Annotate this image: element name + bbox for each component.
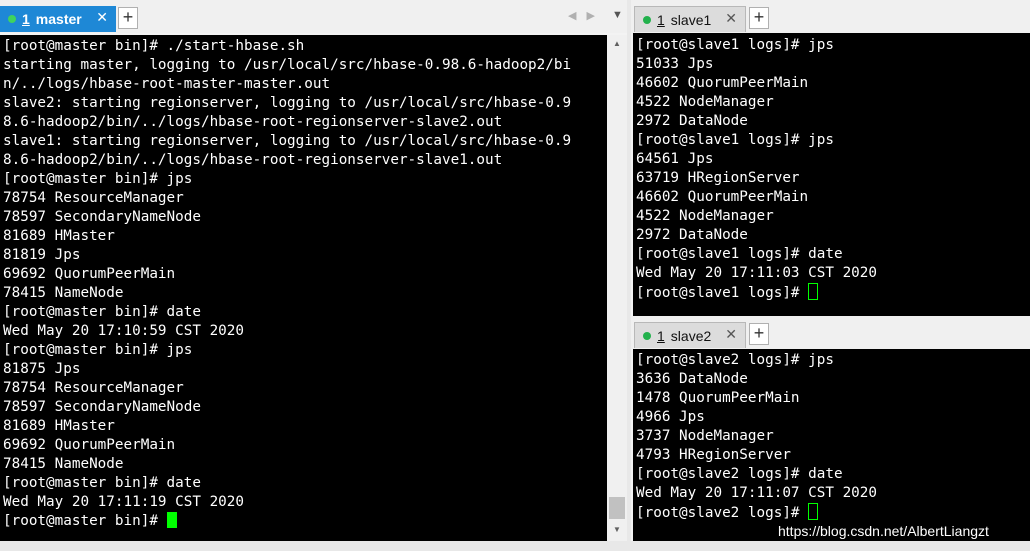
terminal-line: [root@master bin]# date (3, 304, 201, 320)
terminal-prompt: [root@master bin]# (3, 513, 167, 529)
terminal-line: [root@slave1 logs]# date (636, 246, 843, 262)
new-tab-button[interactable]: + (749, 323, 769, 345)
terminal-prompt-line: [root@slave1 logs]# (633, 283, 1030, 302)
terminal-line: Wed May 20 17:11:07 CST 2020 (636, 485, 878, 501)
terminal-line: Wed May 20 17:10:59 CST 2020 (3, 323, 245, 339)
terminal-line: 78754 ResourceManager (3, 190, 184, 206)
terminal-line: 64561 Jps (636, 151, 714, 167)
tab-scroll-arrows-icon[interactable]: ◀▶ (568, 9, 605, 22)
slave1-terminal[interactable]: [root@slave1 logs]# jps 51033 Jps 46602 Qu… (633, 33, 1030, 316)
master-scrollbar[interactable]: ▲ ▼ (607, 35, 627, 541)
terminal-line: 63719 HRegionServer (636, 170, 800, 186)
terminal-line: 69692 QuorumPeerMain (3, 437, 176, 453)
terminal-line: 8.6-hadoop2/bin/../logs/hbase-root-regio… (3, 114, 503, 130)
close-icon[interactable]: ✕ (725, 326, 737, 343)
terminal-line: 4966 Jps (636, 409, 705, 425)
terminal-line: 81689 HMaster (3, 228, 115, 244)
terminal-line: n/../logs/hbase-root-master-master.out (3, 76, 331, 92)
tab-label: master (35, 11, 82, 27)
terminal-line: [root@master bin]# jps (3, 342, 193, 358)
terminal-line: 4793 HRegionServer (636, 447, 791, 463)
terminal-line: Wed May 20 17:11:03 CST 2020 (636, 265, 878, 281)
terminal-line: 81875 Jps (3, 361, 81, 377)
terminal-line: Wed May 20 17:11:19 CST 2020 (3, 494, 245, 510)
terminal-prompt: [root@slave1 logs]# (636, 285, 809, 301)
close-icon[interactable]: ✕ (96, 9, 108, 26)
scroll-up-icon[interactable]: ▲ (607, 39, 627, 48)
terminal-prompt-line: [root@slave2 logs]# (633, 503, 1030, 522)
terminal-line: [root@slave1 logs]# jps (636, 37, 834, 53)
terminal-line: 46602 QuorumPeerMain (636, 75, 809, 91)
terminal-line: 81819 Jps (3, 247, 81, 263)
watermark: https://blog.csdn.net/AlbertLiangzt (778, 523, 989, 539)
slave2-terminal[interactable]: [root@slave2 logs]# jps 3636 DataNode 1478… (633, 349, 1030, 541)
terminal-line: [root@master bin]# ./start-hbase.sh (3, 38, 305, 54)
tab-list-dropdown-icon[interactable]: ▼ (612, 9, 623, 21)
terminal-line: [root@master bin]# jps (3, 171, 193, 187)
terminal-line: 78597 SecondaryNameNode (3, 399, 201, 415)
terminal-line: 2972 DataNode (636, 113, 748, 129)
new-tab-button[interactable]: + (118, 7, 138, 29)
terminal-prompt: [root@slave2 logs]# (636, 505, 809, 521)
terminal-line: slave1: starting regionserver, logging t… (3, 133, 572, 149)
terminal-line: [root@slave1 logs]# jps (636, 132, 834, 148)
terminal-line: 3737 NodeManager (636, 428, 774, 444)
slave2-pane: 1 slave2 ✕ + [root@slave2 logs]# jps 3636… (631, 316, 1030, 541)
terminal-line: 69692 QuorumPeerMain (3, 266, 176, 282)
terminal-line: slave2: starting regionserver, logging t… (3, 95, 572, 111)
terminal-line: 46602 QuorumPeerMain (636, 189, 809, 205)
terminal-cursor (808, 503, 819, 520)
terminal-line: 81689 HMaster (3, 418, 115, 434)
tab-number: 1 (657, 327, 665, 344)
terminal-line: starting master, logging to /usr/local/s… (3, 57, 572, 73)
terminal-line: 1478 QuorumPeerMain (636, 390, 800, 406)
terminal-line: 4522 NodeManager (636, 94, 774, 110)
scrollbar-thumb[interactable] (609, 497, 625, 519)
master-terminal[interactable]: [root@master bin]# ./start-hbase.sh start… (0, 35, 607, 541)
status-bar (0, 541, 1030, 551)
master-tab-bar: 1 master ✕ + ◀▶ ▼ (0, 0, 627, 33)
terminal-line: 78597 SecondaryNameNode (3, 209, 201, 225)
connected-status-icon (643, 331, 651, 340)
terminal-line: [root@slave2 logs]# date (636, 466, 843, 482)
connected-status-icon (8, 15, 16, 23)
new-tab-button[interactable]: + (749, 7, 769, 29)
close-icon[interactable]: ✕ (725, 10, 737, 27)
terminal-line: 8.6-hadoop2/bin/../logs/hbase-root-regio… (3, 152, 503, 168)
tab-slave1[interactable]: 1 slave1 ✕ (634, 6, 746, 32)
terminal-line: 78415 NameNode (3, 456, 124, 472)
terminal-line: 78415 NameNode (3, 285, 124, 301)
terminal-line: 3636 DataNode (636, 371, 748, 387)
tab-number: 1 (22, 11, 30, 27)
connected-status-icon (643, 15, 651, 24)
tab-label: slave2 (670, 327, 712, 344)
slave1-tab-bar: 1 slave1 ✕ + (631, 0, 1030, 33)
terminal-cursor (808, 283, 819, 300)
terminal-prompt-line: [root@master bin]# (0, 512, 607, 531)
terminal-line: [root@slave2 logs]# jps (636, 352, 834, 368)
tab-master[interactable]: 1 master ✕ (0, 6, 116, 32)
scroll-down-icon[interactable]: ▼ (607, 525, 627, 534)
terminal-line: 2972 DataNode (636, 227, 748, 243)
terminal-line: 78754 ResourceManager (3, 380, 184, 396)
tab-slave2[interactable]: 1 slave2 ✕ (634, 322, 746, 348)
terminal-line: 4522 NodeManager (636, 208, 774, 224)
terminal-line: [root@master bin]# date (3, 475, 201, 491)
terminal-line: 51033 Jps (636, 56, 714, 72)
master-pane: 1 master ✕ + ◀▶ ▼ [root@master bin]# ./s… (0, 0, 627, 541)
tab-label: slave1 (670, 11, 712, 28)
terminal-cursor (166, 512, 177, 528)
tab-number: 1 (657, 11, 665, 28)
slave1-pane: 1 slave1 ✕ + [root@slave1 logs]# jps 5103… (631, 0, 1030, 316)
slave2-tab-bar: 1 slave2 ✕ + (631, 316, 1030, 349)
